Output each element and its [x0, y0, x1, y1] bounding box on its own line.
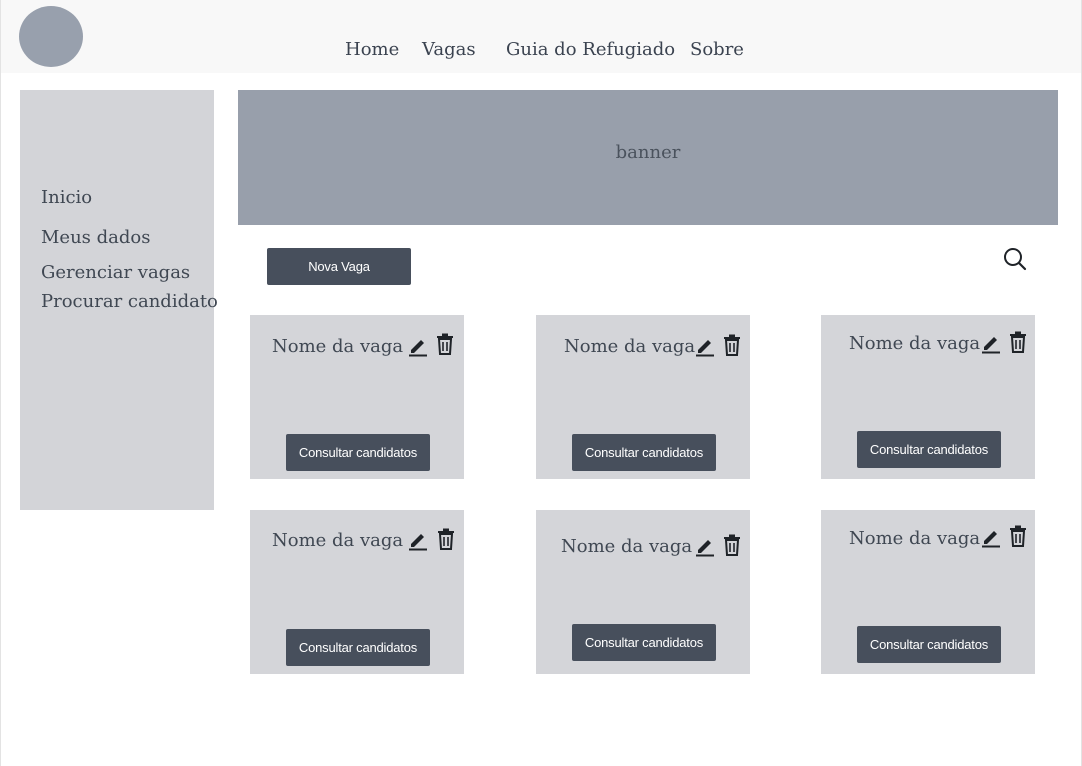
search-icon[interactable]	[1001, 245, 1029, 273]
sidebar: Inicio Meus dados Gerenciar vagas Procur…	[20, 90, 218, 510]
view-candidates-button[interactable]: Consultar candidatos	[857, 626, 1001, 663]
nav-home[interactable]: Home	[345, 39, 399, 60]
job-title: Nome da vaga	[849, 333, 981, 354]
trash-icon[interactable]	[435, 332, 455, 356]
trash-icon[interactable]	[1008, 524, 1028, 548]
banner-label: banner	[615, 142, 681, 163]
job-card: Nome da vaga Consultar candidatos	[250, 510, 464, 674]
nav-sobre[interactable]: Sobre	[690, 39, 744, 60]
pencil-icon[interactable]	[695, 533, 715, 557]
top-navbar: Home Vagas Guia do Refugiado Sobre	[1, 0, 1081, 73]
nav-vagas[interactable]: Vagas	[422, 39, 476, 60]
view-candidates-button[interactable]: Consultar candidatos	[572, 624, 716, 661]
job-card: Nome da vaga Consultar candidatos	[821, 510, 1035, 674]
view-candidates-button[interactable]: Consultar candidatos	[286, 629, 430, 666]
job-card: Nome da vaga Consultar candidatos	[536, 315, 750, 479]
view-candidates-button[interactable]: Consultar candidatos	[572, 434, 716, 471]
pencil-icon[interactable]	[981, 330, 1001, 354]
sidebar-item-gerenciar-vagas[interactable]: Gerenciar vagas	[41, 262, 190, 283]
job-title: Nome da vaga	[849, 528, 981, 549]
trash-icon[interactable]	[722, 333, 742, 357]
job-card: Nome da vaga Consultar candidatos	[536, 510, 750, 674]
job-title: Nome da vaga	[564, 336, 696, 357]
sidebar-item-inicio[interactable]: Inicio	[41, 187, 92, 208]
pencil-icon[interactable]	[408, 527, 428, 551]
view-candidates-button[interactable]: Consultar candidatos	[857, 431, 1001, 468]
sidebar-item-meus-dados[interactable]: Meus dados	[41, 227, 151, 248]
nav-guia-do-refugiado[interactable]: Guia do Refugiado	[506, 39, 675, 60]
job-title: Nome da vaga	[561, 536, 693, 557]
sidebar-item-procurar-candidato[interactable]: Procurar candidato	[41, 291, 218, 312]
job-card: Nome da vaga Consultar candidatos	[250, 315, 464, 479]
job-title: Nome da vaga	[272, 530, 404, 551]
pencil-icon[interactable]	[981, 524, 1001, 548]
banner: banner	[238, 90, 1058, 225]
logo[interactable]	[19, 6, 83, 67]
job-card: Nome da vaga Consultar candidatos	[821, 315, 1035, 479]
trash-icon[interactable]	[436, 527, 456, 551]
trash-icon[interactable]	[1008, 330, 1028, 354]
new-job-button[interactable]: Nova Vaga	[267, 248, 411, 285]
app-frame: Home Vagas Guia do Refugiado Sobre Inici…	[0, 0, 1082, 766]
view-candidates-button[interactable]: Consultar candidatos	[286, 434, 430, 471]
pencil-icon[interactable]	[695, 333, 715, 357]
trash-icon[interactable]	[722, 533, 742, 557]
job-title: Nome da vaga	[272, 336, 404, 357]
pencil-icon[interactable]	[408, 333, 428, 357]
